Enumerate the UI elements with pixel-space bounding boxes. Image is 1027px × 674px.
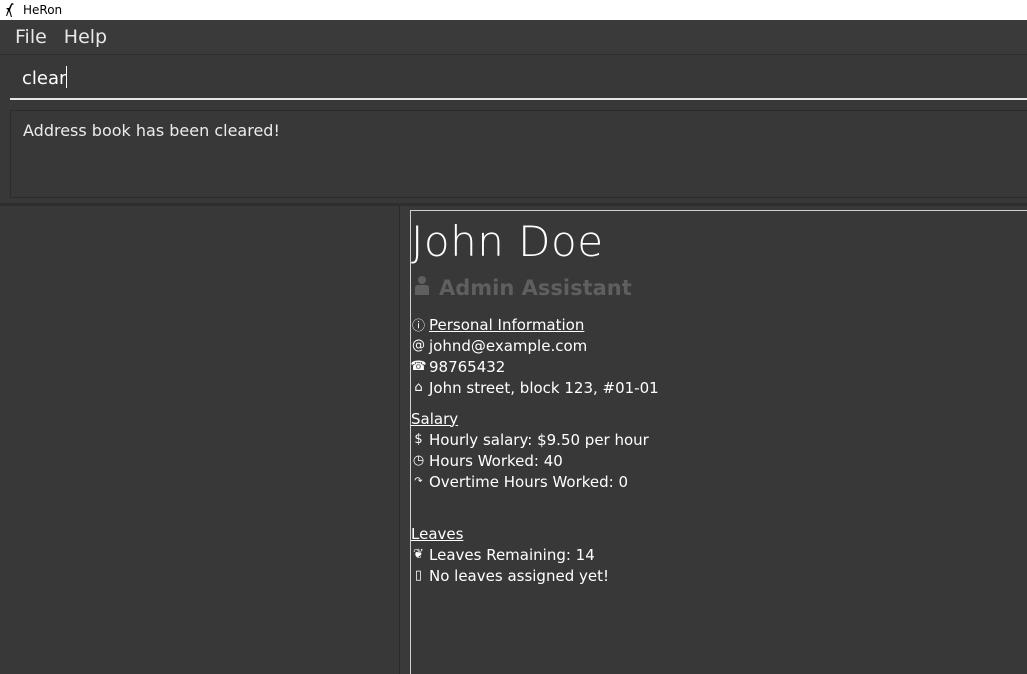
leaves-remaining: Leaves Remaining: 14 [429, 545, 595, 564]
role-label: Admin Assistant [439, 275, 632, 300]
person-name: John Doe [411, 217, 604, 266]
menu-bar: File Help [0, 20, 1027, 55]
dollar-icon: $ [414, 432, 423, 447]
menu-help[interactable]: Help [64, 20, 107, 54]
email-value: johnd@example.com [429, 336, 588, 355]
personal-info-section: ⓘ Personal Information @ johnd@example.com… [410, 314, 1011, 398]
person-icon [413, 275, 439, 300]
command-input[interactable]: clear [22, 66, 1002, 89]
hourly-salary: Hourly salary: $9.50 per hour [429, 430, 649, 449]
salary-heading: Salary [411, 409, 459, 428]
title-bar: HeRon [0, 0, 1027, 20]
at-icon: @ [412, 338, 425, 353]
info-icon: ⓘ [411, 319, 425, 334]
heron-icon [3, 2, 17, 18]
text-caret [66, 66, 68, 88]
split-pane-divider[interactable] [400, 206, 410, 674]
command-box: clear [10, 58, 1027, 100]
address-value: John street, block 123, #01-01 [429, 378, 659, 397]
menu-file[interactable]: File [15, 20, 47, 54]
result-display[interactable]: Address book has been cleared! [10, 110, 1027, 198]
phone-value: 98765432 [429, 357, 506, 376]
window-title: HeRon [23, 3, 63, 17]
calendar-icon: ▯ [414, 568, 423, 583]
overtime-hours: Overtime Hours Worked: 0 [429, 472, 629, 491]
person-list-panel[interactable] [0, 206, 400, 674]
hours-worked: Hours Worked: 40 [429, 451, 563, 470]
person-role: Admin Assistant [413, 275, 632, 300]
person-detail-panel: John Doe Admin Assistant ⓘ Personal Infor… [410, 210, 1027, 674]
leaves-assigned: No leaves assigned yet! [429, 566, 609, 585]
command-text: clear [22, 68, 67, 89]
result-message: Address book has been cleared! [23, 121, 280, 140]
salary-section: Salary $ Hourly salary: $9.50 per hour ◷ H… [411, 408, 1011, 492]
overtime-arrow-icon: ↷ [414, 476, 423, 487]
leaves-heading: Leaves [411, 524, 464, 543]
phone-icon: ☎ [410, 359, 427, 374]
leaf-icon: ❦ [413, 547, 424, 562]
clock-icon: ◷ [412, 453, 425, 468]
home-icon: ⌂ [414, 380, 423, 395]
personal-info-heading: Personal Information [429, 315, 585, 334]
leaves-section: Leaves ❦ Leaves Remaining: 14 ▯ No leaves … [411, 523, 1011, 586]
